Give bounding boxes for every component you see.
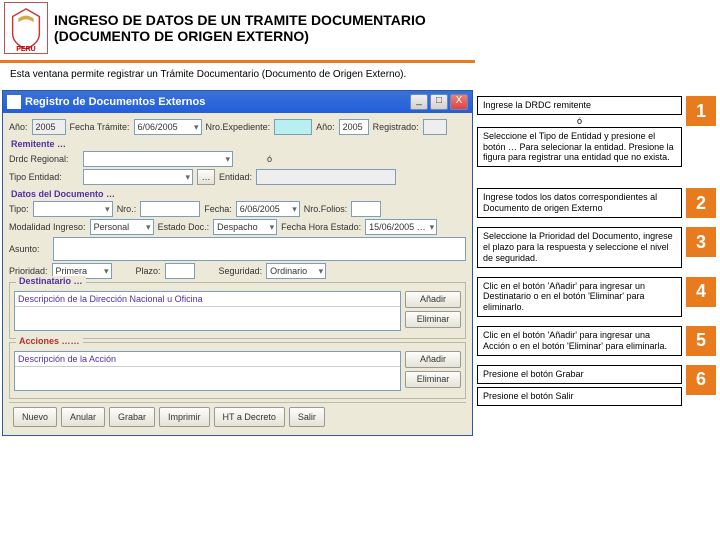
acciones-list[interactable]: Descripción de la Acción xyxy=(14,351,401,391)
fechahora-field[interactable]: 15/06/2005 … xyxy=(365,219,437,235)
window-titlebar[interactable]: Registro de Documentos Externos _ □ X xyxy=(3,91,472,113)
section-datos: Datos del Documento … xyxy=(11,189,466,199)
acciones-list-header: Descripción de la Acción xyxy=(15,352,400,367)
entidad-label: Entidad: xyxy=(219,172,252,182)
asunto-field[interactable] xyxy=(53,237,466,261)
header-band: PERÚ INGRESO DE DATOS DE UN TRAMITE DOCU… xyxy=(0,0,475,63)
modalidad-label: Modalidad Ingreso: xyxy=(9,222,86,232)
minimize-button[interactable]: _ xyxy=(410,94,428,110)
ht-button[interactable]: HT a Decreto xyxy=(214,407,285,427)
acciones-group: Acciones …… Descripción de la Acción Aña… xyxy=(9,342,466,399)
prioridad-label: Prioridad: xyxy=(9,266,48,276)
instruction-3-text: Seleccione la Prioridad del Documento, i… xyxy=(477,227,682,267)
lookup-entidad-button[interactable]: … xyxy=(197,169,215,185)
instruction-5-text: Clic en el botón 'Añadir' para ingresar … xyxy=(477,326,682,356)
seguridad-field[interactable]: Ordinario xyxy=(266,263,326,279)
left-column: PERÚ INGRESO DE DATOS DE UN TRAMITE DOCU… xyxy=(0,0,475,540)
acciones-remove-button[interactable]: Eliminar xyxy=(405,371,461,388)
destinatario-list-header: Descripción de la Dirección Nacional u O… xyxy=(15,292,400,307)
plazo-label: Plazo: xyxy=(136,266,161,276)
entidad-field[interactable] xyxy=(256,169,396,185)
page-title-2: (DOCUMENTO DE ORIGEN EXTERNO) xyxy=(54,28,426,44)
acciones-add-button[interactable]: Añadir xyxy=(405,351,461,368)
plazo-field[interactable] xyxy=(165,263,195,279)
imprimir-button[interactable]: Imprimir xyxy=(159,407,210,427)
fecha-tramite-label: Fecha Trámite: xyxy=(70,122,130,132)
instruction-3: Seleccione la Prioridad del Documento, i… xyxy=(477,227,716,267)
instruction-1: Ingrese la DRDC remitente ó Seleccione e… xyxy=(477,96,716,167)
page-subhead: Esta ventana permite registrar un Trámit… xyxy=(0,63,475,86)
instruction-2: Ingrese todos los datos correspondientes… xyxy=(477,188,716,218)
badge-6: 6 xyxy=(686,365,716,395)
drdc-label: Drdc Regional: xyxy=(9,154,79,164)
instruction-6-b: Presione el botón Salir xyxy=(477,387,682,406)
destinatario-list[interactable]: Descripción de la Dirección Nacional u O… xyxy=(14,291,401,331)
emblem-text: PERÚ xyxy=(5,46,47,53)
estado-label: Estado Doc.: xyxy=(158,222,210,232)
tipo-entidad-label: Tipo Entidad: xyxy=(9,172,79,182)
nuevo-button[interactable]: Nuevo xyxy=(13,407,57,427)
nro-exp-label: Nro.Expediente: xyxy=(206,122,271,132)
instruction-2-text: Ingrese todos los datos correspondientes… xyxy=(477,188,682,218)
page-root: PERÚ INGRESO DE DATOS DE UN TRAMITE DOCU… xyxy=(0,0,720,540)
tipo-label: Tipo: xyxy=(9,204,29,214)
instruction-4: Clic en el botón 'Añadir' para ingresar … xyxy=(477,277,716,317)
tipo-entidad-field[interactable] xyxy=(83,169,193,185)
ano2-label: Año: xyxy=(316,122,335,132)
salir-button[interactable]: Salir xyxy=(289,407,325,427)
instruction-1-b: Seleccione el Tipo de Entidad y presione… xyxy=(477,127,682,167)
instruction-6-a: Presione el botón Grabar xyxy=(477,365,682,384)
drdc-field[interactable] xyxy=(83,151,233,167)
badge-4: 4 xyxy=(686,277,716,307)
o-label: ó xyxy=(267,154,272,164)
window-body: Año: 2005 Fecha Trámite: 6/06/2005 Nro.E… xyxy=(3,113,472,435)
destinatario-add-button[interactable]: Añadir xyxy=(405,291,461,308)
folios-label: Nro.Folios: xyxy=(304,204,348,214)
page-title-1: INGRESO DE DATOS DE UN TRAMITE DOCUMENTA… xyxy=(54,12,426,28)
window-title: Registro de Documentos Externos xyxy=(25,96,410,108)
section-remitente: Remitente … xyxy=(11,139,466,149)
estado-field[interactable]: Despacho xyxy=(213,219,277,235)
ano2-field[interactable]: 2005 xyxy=(339,119,369,135)
anular-button[interactable]: Anular xyxy=(61,407,105,427)
instruction-4-text: Clic en el botón 'Añadir' para ingresar … xyxy=(477,277,682,317)
destinatario-remove-button[interactable]: Eliminar xyxy=(405,311,461,328)
close-button[interactable]: X xyxy=(450,94,468,110)
badge-5: 5 xyxy=(686,326,716,356)
fechadoc-field[interactable]: 6/06/2005 xyxy=(236,201,300,217)
app-window: Registro de Documentos Externos _ □ X Añ… xyxy=(2,90,473,436)
right-column: Ingrese la DRDC remitente ó Seleccione e… xyxy=(475,0,720,540)
window-icon xyxy=(7,95,21,109)
ano-label: Año: xyxy=(9,122,28,132)
ano-field[interactable]: 2005 xyxy=(32,119,66,135)
instruction-5: Clic en el botón 'Añadir' para ingresar … xyxy=(477,326,716,356)
tipo-field[interactable] xyxy=(33,201,113,217)
maximize-button[interactable]: □ xyxy=(430,94,448,110)
asunto-label: Asunto: xyxy=(9,244,49,254)
page-titles: INGRESO DE DATOS DE UN TRAMITE DOCUMENTA… xyxy=(54,12,426,44)
registrado-label: Registrado: xyxy=(373,122,419,132)
emblem-logo: PERÚ xyxy=(4,2,48,54)
acciones-title: Acciones …… xyxy=(16,336,83,346)
fechahora-label: Fecha Hora Estado: xyxy=(281,222,361,232)
instruction-1-a: Ingrese la DRDC remitente xyxy=(477,96,682,115)
badge-1: 1 xyxy=(686,96,716,126)
fechadoc-label: Fecha: xyxy=(204,204,232,214)
nrodoc-field[interactable] xyxy=(140,201,200,217)
destinatario-title: Destinatario … xyxy=(16,276,86,286)
grabar-button[interactable]: Grabar xyxy=(109,407,155,427)
destinatario-group: Destinatario … Descripción de la Direcci… xyxy=(9,282,466,339)
fecha-tramite-field[interactable]: 6/06/2005 xyxy=(134,119,202,135)
bottom-toolbar: Nuevo Anular Grabar Imprimir HT a Decret… xyxy=(9,402,466,431)
nrodoc-label: Nro.: xyxy=(117,204,137,214)
registrado-field[interactable] xyxy=(423,119,447,135)
instruction-6: Presione el botón Grabar Presione el bot… xyxy=(477,365,716,406)
nro-exp-field[interactable] xyxy=(274,119,312,135)
seguridad-label: Seguridad: xyxy=(219,266,263,276)
modalidad-field[interactable]: Personal xyxy=(90,219,154,235)
folios-field[interactable] xyxy=(351,201,381,217)
badge-3: 3 xyxy=(686,227,716,257)
instruction-1-sep: ó xyxy=(477,115,682,127)
badge-2: 2 xyxy=(686,188,716,218)
